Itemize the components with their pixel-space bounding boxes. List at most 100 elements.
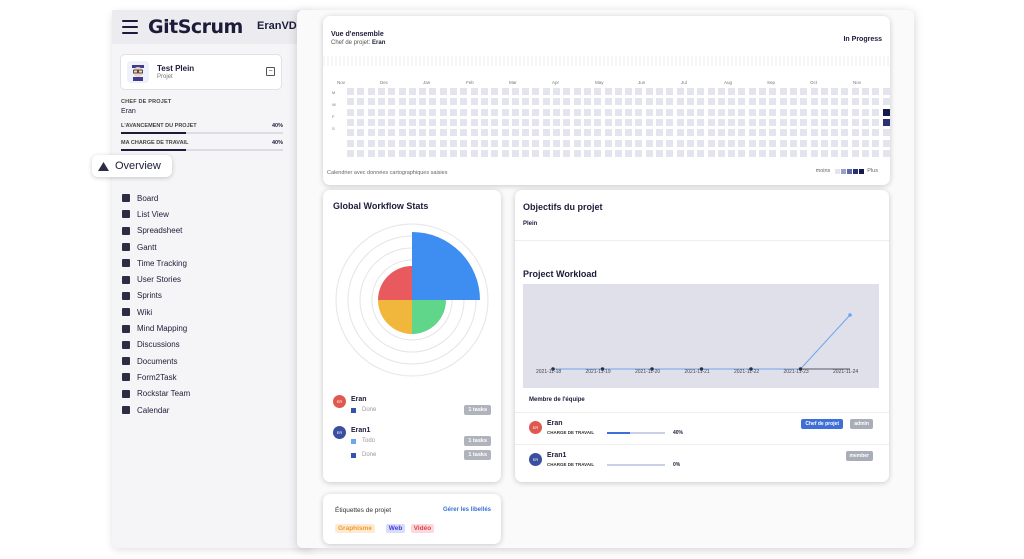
heatmap-cell [676, 149, 684, 157]
heatmap-cell [645, 88, 653, 95]
workflow-polar-chart [335, 223, 489, 377]
collapse-icon[interactable]: − [266, 67, 275, 76]
heatmap-cell [656, 139, 663, 147]
nav-item-list-view[interactable]: List View [122, 206, 190, 222]
heatmap-cell [501, 118, 509, 126]
workload-title: Project Workload [523, 269, 597, 279]
nav-item-label: Form2Task [137, 372, 177, 382]
task-count-badge[interactable]: 1 tasks [464, 436, 491, 446]
heatmap-cell [738, 129, 746, 137]
heatmap-cell [614, 88, 622, 95]
heatmap-cell [377, 98, 385, 106]
heatmap-caption: Calendrier avec données cartographiques … [327, 170, 448, 176]
heatmap-cell [522, 129, 530, 137]
progress-bar-fill [121, 132, 186, 134]
manage-tags-link[interactable]: Gérer les libellés [443, 507, 491, 513]
heatmap-cell [769, 139, 777, 147]
heatmap-cell [563, 149, 571, 157]
heatmap-cell [347, 149, 354, 157]
heatmap-cell [491, 98, 499, 106]
form-icon [122, 373, 130, 382]
heatmap-cell [820, 88, 828, 95]
tag-vidéo[interactable]: Vidéo [410, 524, 435, 533]
nav-item-sprints[interactable]: Sprints [122, 288, 190, 304]
nav-item-board[interactable]: Board [122, 190, 190, 206]
workload-label: CHARGE DE TRAVAIL [547, 430, 595, 435]
task-count-badge[interactable]: 1 tasks [464, 405, 491, 415]
heatmap-cell [759, 88, 766, 95]
heatmap-cell [820, 118, 828, 126]
heatmap-cell [553, 98, 560, 106]
nav-item-calendar[interactable]: Calendar [122, 402, 190, 418]
chat-icon [122, 340, 130, 349]
heatmap-cell [604, 98, 612, 106]
heatmap-cell [635, 108, 643, 116]
heatmap-cell [789, 118, 797, 126]
nav-item-rockstar-team[interactable]: Rockstar Team [122, 386, 190, 402]
legend-swatch [834, 168, 840, 174]
heatmap-cell [594, 88, 602, 95]
heatmap-cell [851, 139, 859, 147]
nav-item-gantt[interactable]: Gantt [122, 239, 190, 255]
role-badge[interactable]: Chef de projet [801, 419, 843, 429]
nav-item-spreadsheet[interactable]: Spreadsheet [122, 223, 190, 239]
heatmap-cell [398, 108, 406, 116]
heatmap-cell [347, 118, 354, 126]
heatmap-cell [831, 118, 839, 126]
heatmap-cell [388, 149, 396, 157]
status-label: Done [362, 452, 377, 458]
heatmap-cell [810, 98, 818, 106]
heatmap-cell [522, 98, 530, 106]
heatmap-cell [882, 88, 890, 95]
legend-swatch [858, 168, 864, 174]
heatmap-cell [779, 118, 787, 126]
heatmap-cell [583, 129, 591, 137]
heatmap-cell [501, 88, 509, 95]
heatmap-cell [656, 118, 663, 126]
stories-icon [122, 275, 130, 284]
workload-x-tick: 2021-11-22 [734, 369, 760, 375]
role-badge[interactable]: admin [850, 419, 873, 429]
task-count-badge[interactable]: 1 tasks [464, 450, 491, 460]
app-logo[interactable]: GitScrum [148, 16, 243, 38]
heatmap-cell [625, 88, 633, 95]
heatmap-cell [676, 129, 684, 137]
heatmap-cell [862, 108, 869, 116]
status-swatch [351, 438, 356, 444]
wiki-icon [122, 308, 130, 317]
heatmap-cell [614, 108, 622, 116]
heatmap-cell [728, 118, 736, 126]
heatmap-cell [408, 88, 416, 95]
heatmap-cell [697, 98, 705, 106]
project-card[interactable]: Test Plein Projet − [120, 54, 282, 90]
progress-label: L'AVANCEMENT DU PROJET [121, 123, 197, 129]
nav-item-user-stories[interactable]: User Stories [122, 271, 190, 287]
nav-overview[interactable]: Overview [92, 155, 172, 177]
nav-item-time-tracking[interactable]: Time Tracking [122, 255, 190, 271]
objectives-value: Plein [523, 221, 538, 227]
team-member-row[interactable]: ER Eran1 CHARGE DE TRAVAIL 0% member [515, 444, 889, 474]
project-subtitle: Projet [157, 74, 173, 80]
role-badge[interactable]: member [845, 451, 873, 461]
nav-item-mind-mapping[interactable]: Mind Mapping [122, 320, 190, 336]
member-avatar: ER [333, 395, 346, 408]
tag-web[interactable]: Web [385, 524, 406, 533]
nav-item-form2task[interactable]: Form2Task [122, 369, 190, 385]
nav-item-documents[interactable]: Documents [122, 353, 190, 369]
nav-item-discussions[interactable]: Discussions [122, 337, 190, 353]
heatmap-cell [553, 149, 560, 157]
tag-graphisme[interactable]: Graphisme [335, 524, 375, 533]
heatmap-cell [604, 108, 612, 116]
status-label: Todo [362, 438, 376, 444]
member-name: Eran [351, 396, 367, 403]
hamburger-menu-icon[interactable] [122, 20, 138, 34]
heatmap-cell [728, 139, 736, 147]
heatmap-cell [635, 149, 643, 157]
heatmap-cell [748, 88, 756, 95]
nav-item-wiki[interactable]: Wiki [122, 304, 190, 320]
overview-icon [98, 161, 109, 171]
heatmap-cell [810, 88, 818, 95]
heatmap-cell [480, 98, 488, 106]
team-member-row[interactable]: ER Eran CHARGE DE TRAVAIL 40% admin Chef de p… [515, 412, 889, 442]
heatmap-cell [686, 98, 694, 106]
